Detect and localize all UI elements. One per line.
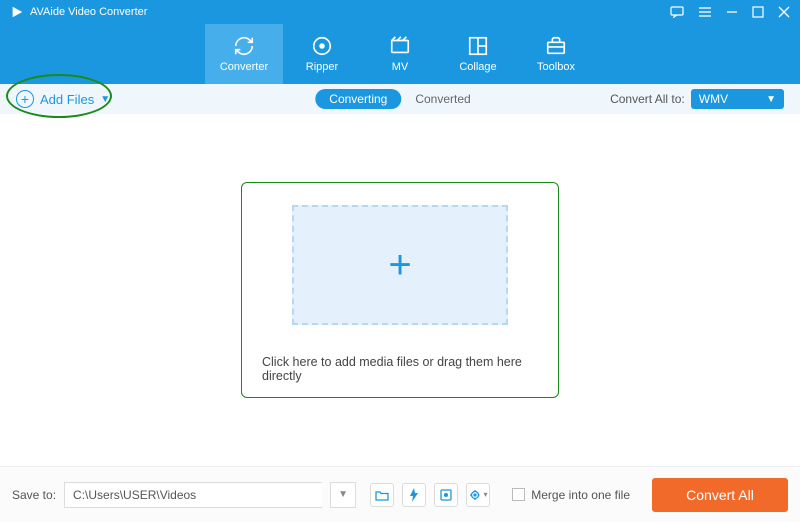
app-title: AVAide Video Converter <box>30 6 147 18</box>
footer-bar: Save to: C:\Users\USER\Videos ▼ ▾ Merge … <box>0 466 800 522</box>
add-media-dropzone[interactable]: + Click here to add media files or drag … <box>241 182 559 398</box>
sub-toolbar: + Add Files ▼ Converting Converted Conve… <box>0 84 800 114</box>
title-bar: AVAide Video Converter <box>0 0 800 24</box>
nav-label: Collage <box>459 61 496 73</box>
chevron-down-icon: ▼ <box>766 94 776 105</box>
high-speed-button[interactable] <box>434 483 458 507</box>
save-path-dropdown[interactable]: ▼ <box>330 482 356 508</box>
open-folder-button[interactable] <box>370 483 394 507</box>
nav-mv[interactable]: MV <box>361 24 439 84</box>
tab-converted[interactable]: Converted <box>401 89 484 109</box>
tab-converting[interactable]: Converting <box>315 89 401 109</box>
main-area: + Click here to add media files or drag … <box>0 114 800 466</box>
output-format-select[interactable]: WMV ▼ <box>691 89 784 109</box>
nav-collage[interactable]: Collage <box>439 24 517 84</box>
nav-label: Ripper <box>306 61 338 73</box>
save-to-label: Save to: <box>12 488 56 502</box>
chevron-down-icon: ▼ <box>100 94 110 105</box>
main-nav: Converter Ripper MV Collage Toolbox <box>0 24 800 84</box>
save-path-field[interactable]: C:\Users\USER\Videos <box>64 482 322 508</box>
convert-all-to-label: Convert All to: <box>610 92 685 106</box>
selected-format-label: WMV <box>699 92 728 106</box>
hardware-accel-button[interactable] <box>402 483 426 507</box>
nav-label: MV <box>392 61 409 73</box>
nav-ripper[interactable]: Ripper <box>283 24 361 84</box>
nav-label: Toolbox <box>537 61 575 73</box>
minimize-icon[interactable] <box>726 6 738 18</box>
close-icon[interactable] <box>778 6 790 18</box>
plus-icon: + <box>388 243 411 288</box>
dropzone-inner: + <box>292 205 508 325</box>
convert-all-button[interactable]: Convert All <box>652 478 788 512</box>
maximize-icon[interactable] <box>752 6 764 18</box>
merge-into-one-checkbox[interactable]: Merge into one file <box>512 488 630 502</box>
feedback-icon[interactable] <box>670 6 684 18</box>
nav-toolbox[interactable]: Toolbox <box>517 24 595 84</box>
add-files-label: Add Files <box>40 92 94 107</box>
merge-label: Merge into one file <box>531 488 630 502</box>
dropzone-text: Click here to add media files or drag th… <box>262 355 538 383</box>
menu-icon[interactable] <box>698 7 712 17</box>
checkbox-box <box>512 488 525 501</box>
add-files-button[interactable]: + Add Files ▼ <box>16 90 110 108</box>
nav-converter[interactable]: Converter <box>205 24 283 84</box>
settings-button[interactable]: ▾ <box>466 483 490 507</box>
app-logo-icon <box>10 5 24 19</box>
nav-label: Converter <box>220 61 268 73</box>
plus-circle-icon: + <box>16 90 34 108</box>
